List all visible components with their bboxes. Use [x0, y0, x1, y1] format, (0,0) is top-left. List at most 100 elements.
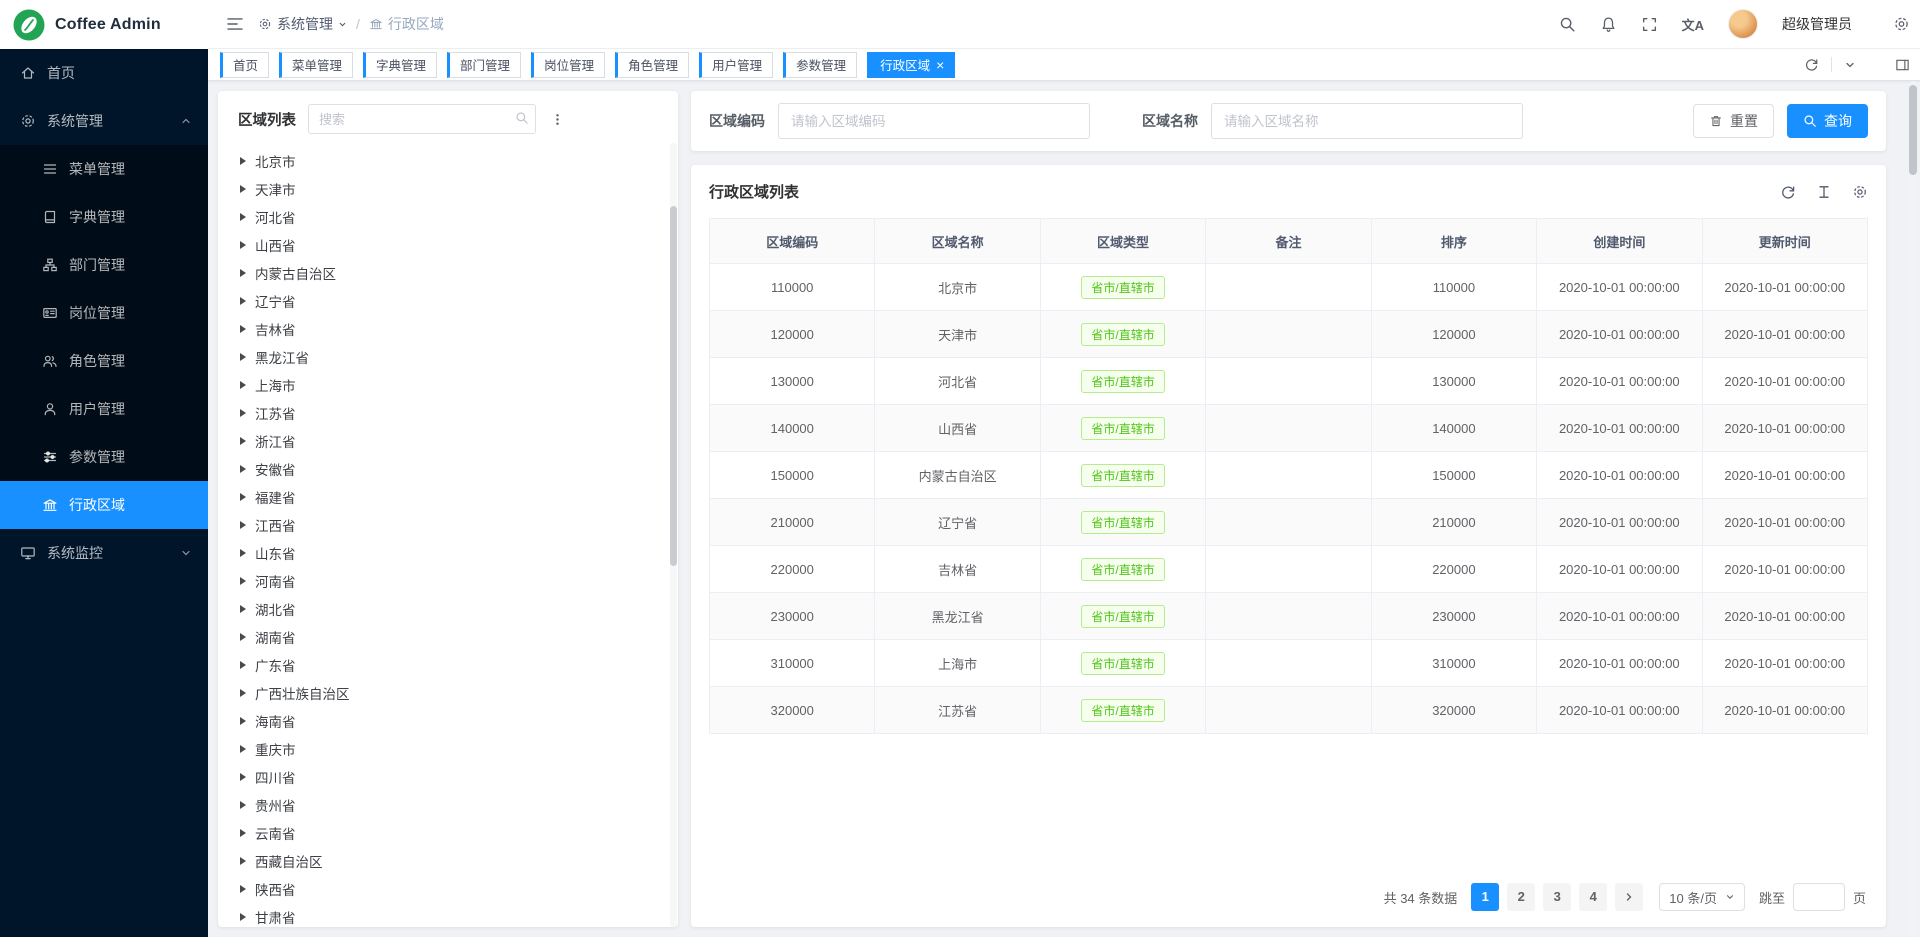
tab-item[interactable]: 用户管理 × — [699, 52, 773, 78]
page-scrollbar-thumb[interactable] — [1909, 85, 1917, 175]
expand-arrow-icon[interactable] — [240, 269, 246, 277]
tab-close-icon[interactable]: × — [936, 58, 944, 72]
expand-arrow-icon[interactable] — [240, 381, 246, 389]
expand-arrow-icon[interactable] — [240, 885, 246, 893]
tree-item[interactable]: 山西省 — [240, 231, 678, 259]
tree-item[interactable]: 广东省 — [240, 651, 678, 679]
row-height-icon[interactable] — [1816, 184, 1832, 200]
sidebar-item-region[interactable]: 行政区域 — [0, 481, 208, 529]
expand-arrow-icon[interactable] — [240, 213, 246, 221]
tree-item[interactable]: 吉林省 — [240, 315, 678, 343]
table-row[interactable]: 150000 内蒙古自治区 省市/直辖市 150000 2020-10-01 0… — [710, 452, 1868, 499]
tree-item[interactable]: 西藏自治区 — [240, 847, 678, 875]
tree-item[interactable]: 天津市 — [240, 175, 678, 203]
table-row[interactable]: 120000 天津市 省市/直辖市 120000 2020-10-01 00:0… — [710, 311, 1868, 358]
tree-item[interactable]: 贵州省 — [240, 791, 678, 819]
expand-arrow-icon[interactable] — [240, 801, 246, 809]
tree-item[interactable]: 黑龙江省 — [240, 343, 678, 371]
reset-button[interactable]: 重置 — [1693, 104, 1774, 138]
page-number-button[interactable]: 1 — [1471, 883, 1499, 911]
table-row[interactable]: 130000 河北省 省市/直辖市 130000 2020-10-01 00:0… — [710, 358, 1868, 405]
tree-item[interactable]: 内蒙古自治区 — [240, 259, 678, 287]
expand-arrow-icon[interactable] — [240, 185, 246, 193]
tree-item[interactable]: 湖北省 — [240, 595, 678, 623]
tree-item[interactable]: 云南省 — [240, 819, 678, 847]
sidebar-item-dict-mgmt[interactable]: 字典管理 — [0, 193, 208, 241]
expand-arrow-icon[interactable] — [240, 605, 246, 613]
sidebar-item-menu-mgmt[interactable]: 菜单管理 — [0, 145, 208, 193]
page-scrollbar[interactable] — [1909, 81, 1917, 937]
chevron-down-icon[interactable] — [1844, 59, 1856, 71]
sidebar-item-post-mgmt[interactable]: 岗位管理 — [0, 289, 208, 337]
expand-arrow-icon[interactable] — [240, 465, 246, 473]
sidebar-item-param-mgmt[interactable]: 参数管理 — [0, 433, 208, 481]
expand-arrow-icon[interactable] — [240, 325, 246, 333]
fullscreen-icon[interactable] — [1641, 16, 1658, 33]
expand-arrow-icon[interactable] — [240, 437, 246, 445]
tree-item[interactable]: 安徽省 — [240, 455, 678, 483]
expand-arrow-icon[interactable] — [240, 297, 246, 305]
expand-arrow-icon[interactable] — [240, 577, 246, 585]
tab-item[interactable]: 首页 × — [220, 52, 269, 78]
tree-item[interactable]: 北京市 — [240, 147, 678, 175]
column-header[interactable]: 更新时间 — [1702, 219, 1867, 264]
column-header[interactable]: 区域名称 — [875, 219, 1040, 264]
refresh-icon[interactable] — [1804, 57, 1819, 72]
tab-item[interactable]: 字典管理 × — [363, 52, 437, 78]
tree-item[interactable]: 四川省 — [240, 763, 678, 791]
page-size-select[interactable]: 10 条/页 — [1659, 883, 1745, 911]
sidebar-item-dept-mgmt[interactable]: 部门管理 — [0, 241, 208, 289]
app-logo[interactable]: Coffee Admin — [0, 0, 208, 49]
tree-item[interactable]: 广西壮族自治区 — [240, 679, 678, 707]
tree-item[interactable]: 湖南省 — [240, 623, 678, 651]
jump-page-input[interactable] — [1793, 883, 1845, 911]
tab-item[interactable]: 行政区域 × — [867, 52, 955, 78]
search-button[interactable]: 查询 — [1787, 104, 1868, 138]
tab-item[interactable]: 参数管理 × — [783, 52, 857, 78]
expand-arrow-icon[interactable] — [240, 857, 246, 865]
table-row[interactable]: 210000 辽宁省 省市/直辖市 210000 2020-10-01 00:0… — [710, 499, 1868, 546]
sidebar-item-role-mgmt[interactable]: 角色管理 — [0, 337, 208, 385]
expand-arrow-icon[interactable] — [240, 689, 246, 697]
expand-arrow-icon[interactable] — [240, 829, 246, 837]
search-icon[interactable] — [1559, 16, 1576, 33]
table-row[interactable]: 230000 黑龙江省 省市/直辖市 230000 2020-10-01 00:… — [710, 593, 1868, 640]
expand-arrow-icon[interactable] — [240, 633, 246, 641]
expand-arrow-icon[interactable] — [240, 913, 246, 921]
settings-gear-icon[interactable] — [1893, 16, 1910, 33]
expand-arrow-icon[interactable] — [240, 661, 246, 669]
column-settings-gear-icon[interactable] — [1852, 184, 1868, 200]
page-number-button[interactable]: 2 — [1507, 883, 1535, 911]
column-header[interactable]: 备注 — [1206, 219, 1371, 264]
tree-item[interactable]: 浙江省 — [240, 427, 678, 455]
more-options-icon[interactable] — [548, 110, 567, 129]
tree-item[interactable]: 江西省 — [240, 511, 678, 539]
expand-arrow-icon[interactable] — [240, 241, 246, 249]
tree-item[interactable]: 重庆市 — [240, 735, 678, 763]
tree-item[interactable]: 甘肃省 — [240, 903, 678, 927]
sidebar-item-home[interactable]: 首页 — [0, 49, 208, 97]
expand-arrow-icon[interactable] — [240, 521, 246, 529]
tab-item[interactable]: 菜单管理 × — [279, 52, 353, 78]
tree-item[interactable]: 福建省 — [240, 483, 678, 511]
tree-item[interactable]: 陕西省 — [240, 875, 678, 903]
expand-arrow-icon[interactable] — [240, 549, 246, 557]
next-page-button[interactable] — [1615, 883, 1643, 911]
table-row[interactable]: 140000 山西省 省市/直辖市 140000 2020-10-01 00:0… — [710, 405, 1868, 452]
expand-arrow-icon[interactable] — [240, 157, 246, 165]
panel-toggle-icon[interactable] — [1895, 57, 1910, 72]
column-header[interactable]: 创建时间 — [1537, 219, 1702, 264]
sidebar-group-system[interactable]: 系统管理 — [0, 97, 208, 145]
breadcrumb-item-system[interactable]: 系统管理 — [258, 14, 347, 34]
avatar[interactable] — [1728, 9, 1758, 39]
table-row[interactable]: 320000 江苏省 省市/直辖市 320000 2020-10-01 00:0… — [710, 687, 1868, 734]
tree-search-input[interactable] — [308, 104, 536, 134]
username[interactable]: 超级管理员 — [1782, 14, 1852, 34]
tree-item[interactable]: 辽宁省 — [240, 287, 678, 315]
tree-item[interactable]: 海南省 — [240, 707, 678, 735]
tree-scrollbar[interactable] — [670, 143, 677, 927]
column-header[interactable]: 区域类型 — [1040, 219, 1205, 264]
expand-arrow-icon[interactable] — [240, 745, 246, 753]
collapse-sidebar-icon[interactable] — [220, 9, 250, 39]
page-number-button[interactable]: 3 — [1543, 883, 1571, 911]
